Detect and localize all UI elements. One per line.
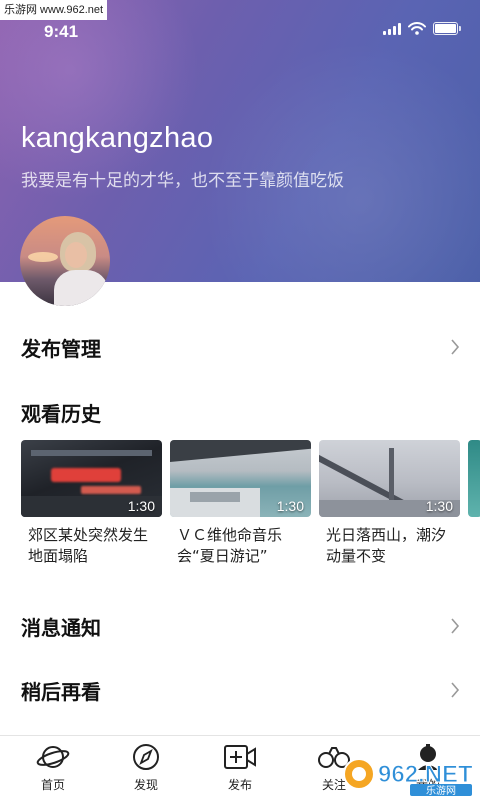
tab-discover[interactable]: 发现 bbox=[116, 742, 176, 793]
logo-subtext: 乐游网 bbox=[426, 784, 456, 796]
video-duration: 1:30 bbox=[425, 498, 453, 514]
watch-later-row[interactable]: 稍后再看 bbox=[0, 670, 480, 710]
video-thumbnail[interactable] bbox=[468, 440, 480, 517]
video-caption: ＶＣ维他命音乐会“夏日游记” bbox=[177, 526, 283, 565]
history-card[interactable]: 1:30 光日落西山，潮汐动量不变 bbox=[319, 440, 460, 567]
publish-manage-row[interactable]: 发布管理 bbox=[0, 327, 480, 367]
publish-manage-label: 发布管理 bbox=[21, 336, 101, 361]
video-thumbnail[interactable]: 1:30 bbox=[170, 440, 311, 517]
chevron-right-icon bbox=[451, 339, 460, 355]
watch-later-label: 稍后再看 bbox=[21, 679, 101, 704]
video-caption: 光日落西山，潮汐动量不变 bbox=[326, 526, 447, 565]
video-thumbnail[interactable]: 1:30 bbox=[21, 440, 162, 517]
video-caption: 郊区某处突然发生地面塌陷 bbox=[28, 526, 149, 565]
chevron-right-icon bbox=[451, 618, 460, 634]
profile-bio: 我要是有十足的才华，也不至于靠颜值吃饭 bbox=[21, 171, 344, 191]
watch-history-list: 1:30 郊区某处突然发生地面塌陷 1:30 ＶＣ维他命音乐会“夏日游记” 1:… bbox=[21, 440, 480, 567]
history-card-partial[interactable] bbox=[468, 440, 480, 567]
header-background-glow bbox=[200, 40, 480, 282]
status-time: 9:41 bbox=[44, 22, 79, 41]
history-card[interactable]: 1:30 郊区某处突然发生地面塌陷 bbox=[21, 440, 162, 567]
video-duration: 1:30 bbox=[127, 498, 155, 514]
tab-label: 发现 bbox=[133, 778, 158, 792]
cellular-signal-icon bbox=[383, 22, 401, 35]
profile-username: kangkangzhao bbox=[21, 122, 214, 154]
planet-icon bbox=[36, 746, 70, 768]
history-card[interactable]: 1:30 ＶＣ维他命音乐会“夏日游记” bbox=[170, 440, 311, 567]
tab-home[interactable]: 首页 bbox=[23, 742, 83, 793]
tab-label: 发布 bbox=[227, 778, 252, 792]
tab-label: 首页 bbox=[40, 778, 65, 792]
video-duration: 1:30 bbox=[276, 498, 304, 514]
battery-icon bbox=[433, 22, 461, 35]
compass-icon bbox=[133, 744, 159, 770]
video-add-icon bbox=[224, 745, 256, 769]
wifi-icon bbox=[408, 22, 426, 35]
site-watermark: 乐游网 www.962.net bbox=[0, 0, 108, 20]
tab-publish[interactable]: 发布 bbox=[210, 742, 270, 793]
status-icons bbox=[383, 22, 461, 35]
messages-row[interactable]: 消息通知 bbox=[0, 606, 480, 646]
watch-history-title: 观看历史 bbox=[21, 402, 101, 426]
messages-label: 消息通知 bbox=[21, 615, 101, 640]
video-thumbnail[interactable]: 1:30 bbox=[319, 440, 460, 517]
chevron-right-icon bbox=[451, 682, 460, 698]
logo-text: 962.NET bbox=[378, 761, 473, 788]
site-logo-watermark: 962.NET 乐游网 bbox=[342, 752, 474, 797]
avatar[interactable] bbox=[20, 216, 110, 306]
